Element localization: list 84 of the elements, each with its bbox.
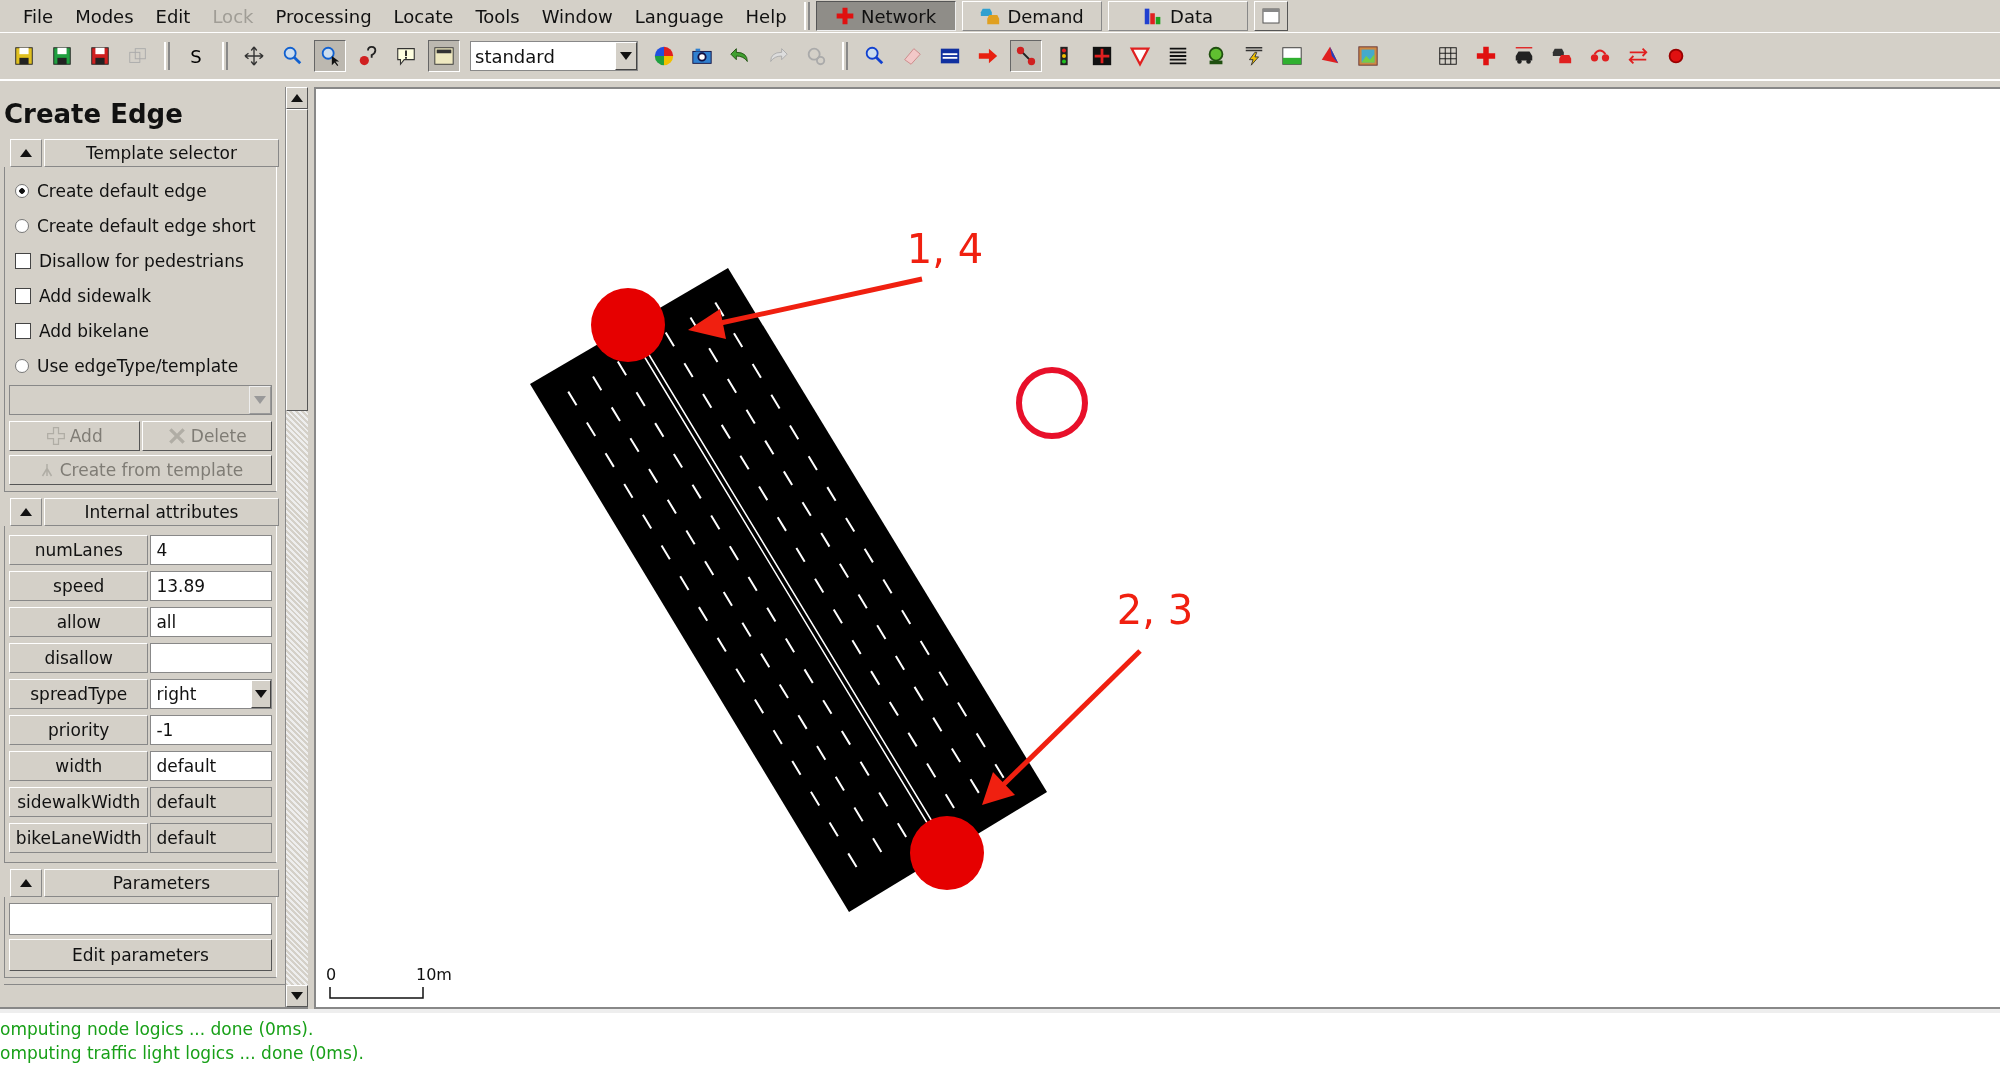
toolbar-grip[interactable] [164, 42, 170, 70]
mode-tab[interactable]: Demand [961, 1, 1102, 31]
caret-icon [620, 52, 632, 60]
toolbar-grip[interactable] [842, 42, 848, 70]
attribute-field: default [150, 787, 272, 817]
network-canvas[interactable]: 1, 4 2, 3 0 10m [314, 87, 2000, 1009]
connection-icon[interactable] [1010, 40, 1042, 72]
attribute-label-button[interactable]: numLanes [9, 535, 149, 565]
caret-icon [255, 690, 267, 698]
parameters-field[interactable] [9, 903, 272, 935]
attribute-label-button[interactable]: allow [9, 607, 149, 637]
cross-icon [166, 426, 187, 446]
scheme-dropdown[interactable]: standard [470, 41, 638, 71]
log-line: omputing node logics ... done (0ms). [0, 1018, 315, 1041]
plus-icon [835, 6, 855, 26]
scale-label: 0 [326, 965, 337, 984]
caret-icon [291, 992, 303, 1000]
option-label: Create default edge [37, 180, 207, 201]
attribute-field[interactable]: all [150, 607, 272, 637]
attribute-field[interactable]: 4 [150, 535, 272, 565]
junction-node[interactable] [591, 288, 665, 362]
window-button[interactable] [1253, 1, 1288, 31]
scale-label: 10m [416, 965, 452, 984]
junction-node[interactable] [910, 816, 984, 890]
radio-button[interactable] [15, 218, 29, 233]
attribute-label-button[interactable]: speed [9, 571, 149, 601]
scrollbar[interactable] [285, 87, 308, 1007]
collapse-button[interactable] [10, 869, 42, 897]
collapse-button[interactable] [10, 139, 42, 167]
caret-icon [20, 149, 32, 157]
section-title: Internal attributes [44, 498, 279, 526]
mode-tab[interactable]: Data [1107, 1, 1248, 31]
select-icon[interactable] [314, 40, 346, 72]
menu-item[interactable]: Edit [144, 5, 202, 27]
edit-parameters-button[interactable]: Edit parameters [9, 939, 272, 971]
panel-title: Create Edge [4, 98, 184, 131]
option-label: Add sidewalk [39, 285, 152, 306]
attribute-label-button[interactable]: priority [9, 715, 149, 745]
menu-item[interactable]: Help [734, 5, 798, 27]
window-icon [1260, 6, 1281, 26]
attribute-field[interactable] [150, 643, 272, 673]
attribute-field[interactable]: 13.89 [150, 571, 272, 601]
checkbox[interactable] [15, 252, 31, 269]
attribute-label-button[interactable]: disallow [9, 643, 149, 673]
attribute-field[interactable]: -1 [150, 715, 272, 745]
collapse-button[interactable] [10, 498, 42, 526]
menu-item[interactable]: Language [623, 5, 735, 27]
log-line: omputing traffic light logics ... done (0ms). [0, 1042, 365, 1065]
attribute-label-button[interactable]: bikeLaneWidth [9, 823, 149, 853]
caret-icon [20, 879, 32, 887]
attribute-label-button[interactable]: spreadType [9, 679, 149, 709]
annotation-label: 2, 3 [1116, 587, 1194, 633]
toolbar-grip[interactable] [222, 42, 228, 70]
menu-icon[interactable] [428, 40, 460, 72]
toolbar-grip[interactable] [803, 2, 810, 30]
option-label: Disallow for pedestrians [39, 250, 244, 271]
attribute-label-button[interactable]: width [9, 751, 149, 781]
checkbox[interactable] [15, 287, 31, 304]
attribute-label-button[interactable]: sidewalkWidth [9, 787, 149, 817]
option-label: Create default edge short [37, 215, 256, 236]
caret-icon [254, 396, 266, 404]
plus-icon [45, 426, 66, 446]
option-label: Add bikelane [39, 320, 149, 341]
s-button[interactable]: S [180, 44, 212, 68]
section-title: Template selector [44, 139, 279, 167]
menu-item[interactable]: Processing [264, 5, 383, 27]
mode-tab[interactable]: Network [815, 1, 956, 31]
menu-item[interactable]: Locate [382, 5, 465, 27]
section-title: Parameters [44, 869, 279, 897]
menu-item[interactable]: Modes [64, 5, 145, 27]
checkbox[interactable] [15, 322, 31, 339]
menu-item[interactable]: Tools [464, 5, 531, 27]
menu-item[interactable]: Window [530, 5, 624, 27]
radio-button[interactable] [15, 358, 29, 373]
annotation-label: 1, 4 [906, 226, 984, 272]
attribute-field[interactable]: default [150, 751, 272, 781]
cursor-circle [1016, 367, 1088, 439]
caret-icon [20, 508, 32, 516]
attribute-dropdown[interactable]: right [150, 679, 272, 709]
option-label: Use edgeType/template [37, 355, 239, 376]
radio-button[interactable] [15, 183, 29, 198]
menu-item[interactable]: File [12, 5, 65, 27]
caret-icon [291, 94, 303, 102]
attribute-field: default [150, 823, 272, 853]
